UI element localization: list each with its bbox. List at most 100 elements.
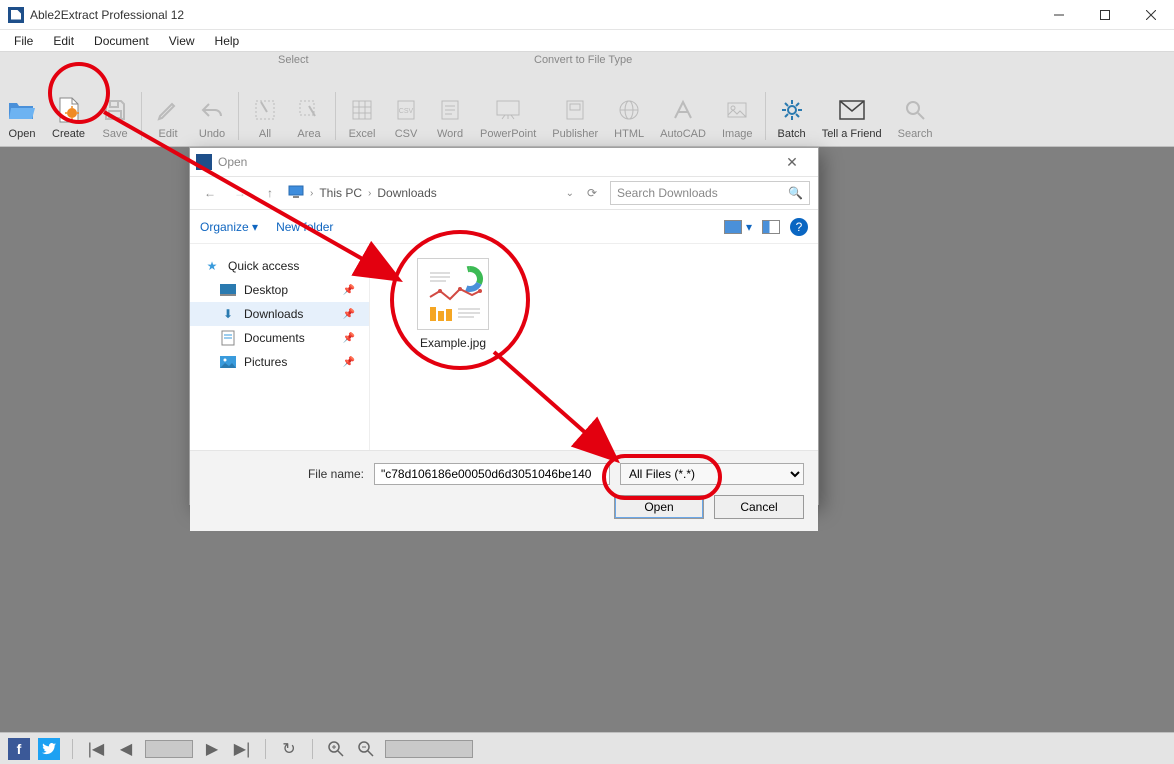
menubar: File Edit Document View Help xyxy=(0,30,1174,52)
open-dialog: Open ✕ ← → ↑ › This PC › Downloads ⌄ ⟳ S… xyxy=(189,147,819,505)
rotate-button[interactable]: ↻ xyxy=(278,738,300,760)
tell-a-friend-button[interactable]: Tell a Friend xyxy=(814,88,890,146)
preview-pane-button[interactable] xyxy=(762,220,780,234)
document-new-icon xyxy=(55,96,83,124)
sidebar-desktop[interactable]: Desktop 📌 xyxy=(190,278,369,302)
pictures-icon xyxy=(220,354,236,370)
close-button[interactable] xyxy=(1128,0,1174,30)
refresh-button[interactable]: ⟳ xyxy=(580,181,604,205)
convert-word-button[interactable]: Word xyxy=(428,88,472,146)
sidebar-downloads[interactable]: ⬇ Downloads 📌 xyxy=(190,302,369,326)
convert-powerpoint-button[interactable]: PowerPoint xyxy=(472,88,544,146)
page-number-input[interactable] xyxy=(145,740,193,758)
select-all-icon xyxy=(251,96,279,124)
breadcrumb-folder[interactable]: Downloads xyxy=(377,186,436,200)
convert-autocad-button[interactable]: AutoCAD xyxy=(652,88,714,146)
nav-up-button[interactable]: ↑ xyxy=(258,181,282,205)
new-folder-button[interactable]: New folder xyxy=(276,220,333,234)
download-icon: ⬇ xyxy=(220,306,236,322)
folder-open-icon xyxy=(8,96,36,124)
undo-label: Undo xyxy=(199,128,225,140)
open-label: Open xyxy=(9,128,36,140)
prev-page-button[interactable]: ◀ xyxy=(115,738,137,760)
powerpoint-label: PowerPoint xyxy=(480,128,536,140)
dialog-titlebar: Open ✕ xyxy=(190,148,818,176)
chevron-down-icon[interactable]: ⌄ xyxy=(566,188,574,199)
dialog-search-input[interactable]: Search Downloads 🔍 xyxy=(610,181,810,205)
zoom-out-button[interactable] xyxy=(355,738,377,760)
dialog-title: Open xyxy=(218,155,247,169)
convert-html-button[interactable]: HTML xyxy=(606,88,652,146)
batch-button[interactable]: Batch xyxy=(770,88,814,146)
dialog-close-button[interactable]: ✕ xyxy=(772,154,812,171)
dialog-cancel-button[interactable]: Cancel xyxy=(714,495,804,519)
menu-view[interactable]: View xyxy=(159,32,205,50)
documents-icon xyxy=(220,330,236,346)
dialog-app-icon xyxy=(196,154,212,170)
sidebar-pictures[interactable]: Pictures 📌 xyxy=(190,350,369,374)
first-page-button[interactable]: |◀ xyxy=(85,738,107,760)
next-page-button[interactable]: ▶ xyxy=(201,738,223,760)
dialog-sidebar: ★ Quick access Desktop 📌 ⬇ Downloads 📌 D… xyxy=(190,244,370,450)
file-name: Example.jpg xyxy=(408,336,498,350)
excel-label: Excel xyxy=(349,128,376,140)
edit-button[interactable]: Edit xyxy=(146,88,190,146)
autocad-icon xyxy=(669,96,697,124)
image-icon xyxy=(723,96,751,124)
menu-document[interactable]: Document xyxy=(84,32,159,50)
open-button[interactable]: Open xyxy=(0,88,44,146)
html-icon xyxy=(615,96,643,124)
menu-help[interactable]: Help xyxy=(205,32,250,50)
select-area-button[interactable]: Area xyxy=(287,88,331,146)
sidebar-documents[interactable]: Documents 📌 xyxy=(190,326,369,350)
csv-icon: CSV xyxy=(392,96,420,124)
convert-publisher-button[interactable]: Publisher xyxy=(544,88,606,146)
organize-menu[interactable]: Organize ▾ xyxy=(200,220,258,234)
create-button[interactable]: Create xyxy=(44,88,93,146)
select-all-button[interactable]: All xyxy=(243,88,287,146)
filetype-select[interactable]: All Files (*.*) xyxy=(620,463,804,485)
save-icon xyxy=(101,96,129,124)
titlebar: Able2Extract Professional 12 xyxy=(0,0,1174,30)
pin-icon: 📌 xyxy=(343,357,355,368)
pc-icon xyxy=(288,185,304,202)
breadcrumb-root[interactable]: This PC xyxy=(319,186,362,200)
tell-label: Tell a Friend xyxy=(822,128,882,140)
zoom-level-input[interactable] xyxy=(385,740,473,758)
publisher-label: Publisher xyxy=(552,128,598,140)
minimize-button[interactable] xyxy=(1036,0,1082,30)
filename-input[interactable] xyxy=(374,463,610,485)
help-button[interactable]: ? xyxy=(790,218,808,236)
word-label: Word xyxy=(437,128,463,140)
last-page-button[interactable]: ▶| xyxy=(231,738,253,760)
save-label: Save xyxy=(102,128,127,140)
chevron-right-icon: › xyxy=(368,188,371,199)
filename-label: File name: xyxy=(204,467,364,481)
publisher-icon xyxy=(561,96,589,124)
undo-button[interactable]: Undo xyxy=(190,88,234,146)
sidebar-quick-access[interactable]: ★ Quick access xyxy=(190,254,369,278)
menu-edit[interactable]: Edit xyxy=(43,32,84,50)
view-mode-button[interactable]: ▾ xyxy=(724,220,752,234)
svg-text:CSV: CSV xyxy=(399,108,414,115)
dialog-open-button[interactable]: Open xyxy=(614,495,704,519)
breadcrumb[interactable]: › This PC › Downloads ⌄ xyxy=(288,185,574,202)
toolbar-section-convert: Convert to File Type xyxy=(534,54,632,66)
save-button[interactable]: Save xyxy=(93,88,137,146)
file-item-example[interactable]: Example.jpg xyxy=(408,258,498,350)
convert-image-button[interactable]: Image xyxy=(714,88,761,146)
nav-back-button[interactable]: ← xyxy=(198,181,222,205)
menu-file[interactable]: File xyxy=(4,32,43,50)
convert-csv-button[interactable]: CSV CSV xyxy=(384,88,428,146)
twitter-button[interactable] xyxy=(38,738,60,760)
zoom-in-button[interactable] xyxy=(325,738,347,760)
dialog-file-area[interactable]: Example.jpg xyxy=(370,244,818,450)
search-button[interactable]: Search xyxy=(890,88,941,146)
image-label: Image xyxy=(722,128,753,140)
statusbar: f |◀ ◀ ▶ ▶| ↻ xyxy=(0,732,1174,764)
maximize-button[interactable] xyxy=(1082,0,1128,30)
facebook-button[interactable]: f xyxy=(8,738,30,760)
area-label: Area xyxy=(297,128,320,140)
convert-excel-button[interactable]: Excel xyxy=(340,88,384,146)
nav-forward-button[interactable]: → xyxy=(228,181,252,205)
